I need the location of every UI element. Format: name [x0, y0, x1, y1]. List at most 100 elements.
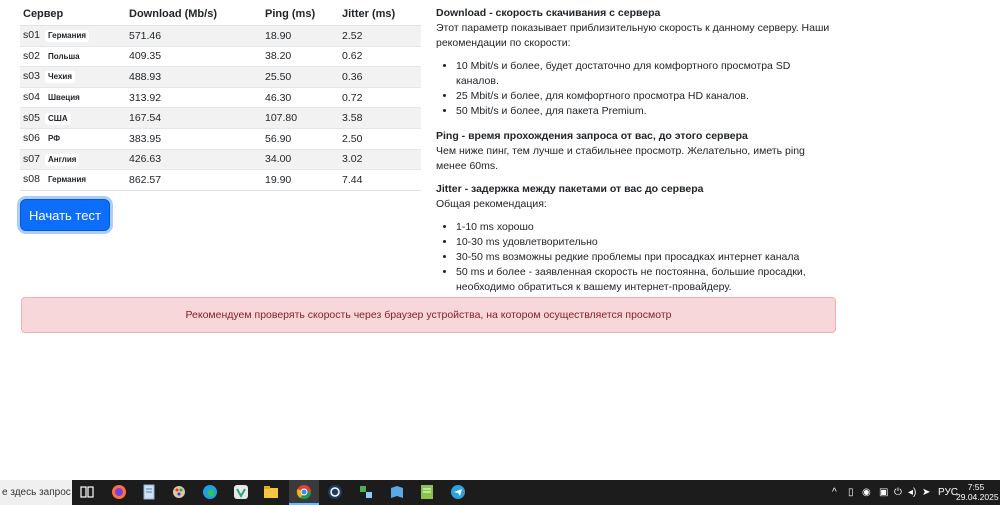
cell-download: 409.35 — [126, 45, 262, 67]
cell-server: s06 РФ — [20, 127, 126, 150]
vpn-icon[interactable] — [232, 483, 250, 501]
cell-jitter: 2.52 — [339, 25, 421, 47]
cell-server: s02 Польша — [20, 45, 126, 67]
server-id: s02 — [23, 49, 40, 62]
network-app-icon[interactable] — [357, 483, 375, 501]
table-row: s04 Швеция 313.92 46.30 0.72 — [20, 86, 421, 108]
cell-download: 571.46 — [126, 25, 262, 47]
header-ping: Ping (ms) — [262, 4, 339, 26]
clock-time: 7:55 — [967, 482, 985, 492]
chevron-up-icon[interactable]: ^ — [832, 480, 837, 505]
cell-download: 426.63 — [126, 148, 262, 170]
info-panel: Download - скорость скачивания с сервера… — [436, 6, 836, 305]
server-id: s08 — [23, 173, 40, 186]
cell-ping: 46.30 — [262, 86, 339, 108]
tray-app-icon[interactable]: ▣ — [879, 480, 888, 505]
wifi-icon[interactable]: ◉ — [862, 480, 871, 505]
list-item: 10-30 ms удовлетворительно — [456, 235, 836, 250]
table-header-row: Сервер Download (Mb/s) Ping (ms) Jitter … — [20, 4, 421, 26]
cell-server: s03 Чехия — [20, 66, 126, 88]
editor-icon[interactable] — [418, 483, 436, 501]
task-view-icon[interactable] — [78, 483, 96, 501]
download-list: 10 Mbit/s и более, будет достаточно для … — [436, 59, 836, 119]
cell-ping: 34.00 — [262, 148, 339, 170]
country-badge: РФ — [45, 133, 64, 146]
server-id: s01 — [23, 29, 40, 42]
cell-jitter: 0.36 — [339, 66, 421, 88]
cell-ping: 107.80 — [262, 107, 339, 129]
country-badge: Англия — [45, 153, 80, 166]
list-item: 50 Mbit/s и более, для пакета Premium. — [456, 104, 836, 119]
table-row: s07 Англия 426.63 34.00 3.02 — [20, 148, 421, 170]
table-row: s08 Германия 862.57 19.90 7.44 — [20, 169, 421, 191]
paint-icon[interactable] — [170, 483, 188, 501]
header-download: Download (Mb/s) — [126, 4, 262, 26]
cell-download: 313.92 — [126, 86, 262, 108]
server-id: s05 — [23, 111, 40, 124]
country-badge: Германия — [45, 30, 90, 43]
chrome-icon[interactable] — [295, 483, 313, 501]
cell-download: 862.57 — [126, 169, 262, 191]
country-badge: Германия — [45, 174, 90, 187]
firefox-icon[interactable] — [110, 483, 128, 501]
cell-download: 383.95 — [126, 127, 262, 150]
table-row: s02 Польша 409.35 38.20 0.62 — [20, 45, 421, 67]
recommendation-alert: Рекомендуем проверять скорость через бра… — [21, 297, 836, 333]
cell-server: s08 Германия — [20, 169, 126, 191]
taskbar: е здесь запрос ^ ▯ ◉ ▣ ⏻ ◂) ➤ РУС 7:55 2… — [0, 480, 1000, 505]
download-title: Download - скорость скачивания с сервера — [436, 7, 661, 19]
cell-download: 167.54 — [126, 107, 262, 129]
ping-title: Ping - время прохождения запроса от вас,… — [436, 130, 748, 142]
download-text: Этот параметр показывает приблизительную… — [436, 22, 830, 49]
jitter-text: Общая рекомендация: — [436, 198, 547, 210]
table-row: s01 Германия 571.46 18.90 2.52 — [20, 25, 421, 47]
telegram-tray-icon[interactable]: ➤ — [922, 480, 930, 505]
cell-jitter: 0.72 — [339, 86, 421, 108]
list-item: 10 Mbit/s и более, будет достаточно для … — [456, 59, 836, 89]
cell-ping: 19.90 — [262, 169, 339, 191]
clock[interactable]: 7:55 29.04.2025 — [956, 482, 999, 502]
clock-date: 29.04.2025 — [956, 492, 999, 502]
cell-jitter: 2.50 — [339, 127, 421, 150]
server-id: s03 — [23, 70, 40, 83]
cell-ping: 25.50 — [262, 66, 339, 88]
edge-icon[interactable] — [201, 483, 219, 501]
cell-jitter: 7.44 — [339, 169, 421, 191]
notepad-icon[interactable] — [140, 483, 158, 501]
ping-text: Чем ниже пинг, тем лучше и стабильнее пр… — [436, 145, 805, 172]
country-badge: США — [45, 112, 71, 125]
book-icon[interactable] — [388, 483, 406, 501]
telegram-icon[interactable] — [449, 483, 467, 501]
table-row: s03 Чехия 488.93 25.50 0.36 — [20, 66, 421, 88]
cell-ping: 38.20 — [262, 45, 339, 67]
start-test-button[interactable]: Начать тест — [20, 199, 110, 231]
country-badge: Польша — [45, 50, 83, 63]
country-badge: Швеция — [45, 92, 83, 105]
speaker-icon[interactable]: ◂) — [908, 480, 916, 505]
cell-jitter: 3.58 — [339, 107, 421, 129]
list-item: 50 ms и более - заявленная скорость не п… — [456, 265, 836, 295]
server-id: s04 — [23, 91, 40, 104]
country-badge: Чехия — [45, 71, 75, 84]
cell-server: s07 Англия — [20, 148, 126, 170]
table-row: s05 США 167.54 107.80 3.58 — [20, 107, 421, 129]
cell-server: s04 Швеция — [20, 86, 126, 108]
cell-jitter: 0.62 — [339, 45, 421, 67]
list-item: 25 Mbit/s и более, для комфортного просм… — [456, 89, 836, 104]
cell-download: 488.93 — [126, 66, 262, 88]
header-jitter: Jitter (ms) — [339, 4, 421, 26]
header-server: Сервер — [20, 4, 126, 26]
server-id: s07 — [23, 152, 40, 165]
app-icon[interactable] — [326, 483, 344, 501]
cell-server: s01 Германия — [20, 25, 126, 47]
cell-server: s05 США — [20, 107, 126, 129]
jitter-title: Jitter - задержка между пакетами от вас … — [436, 183, 704, 195]
list-item: 30-50 ms возможны редкие проблемы при пр… — [456, 250, 836, 265]
list-item: 1-10 ms хорошо — [456, 220, 836, 235]
taskbar-search-input[interactable]: е здесь запрос — [0, 480, 72, 505]
power-icon[interactable]: ⏻ — [894, 480, 902, 505]
file-explorer-icon[interactable] — [262, 483, 280, 501]
battery-icon[interactable]: ▯ — [848, 480, 854, 505]
jitter-list: 1-10 ms хорошо 10-30 ms удовлетворительн… — [436, 220, 836, 295]
table-row: s06 РФ 383.95 56.90 2.50 — [20, 127, 421, 150]
